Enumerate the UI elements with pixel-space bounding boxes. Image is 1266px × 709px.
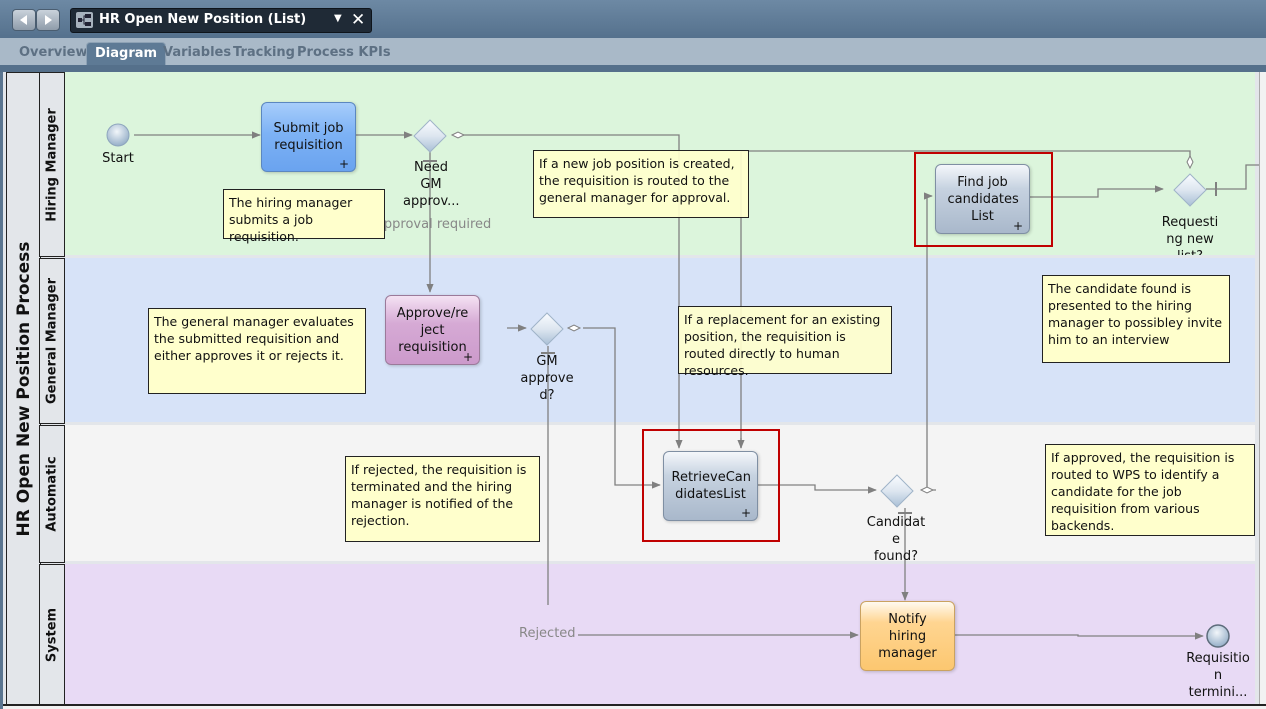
gateway-gm-approved-label: GM approve d? bbox=[520, 354, 574, 403]
editor-tab-title: HR Open New Position (List) bbox=[99, 12, 307, 27]
flow-requesting-loop bbox=[1206, 164, 1259, 190]
task-submit-job-requisition[interactable]: Submit job requisition + bbox=[261, 102, 356, 172]
start-event-label: Start bbox=[102, 151, 134, 166]
tab-overview[interactable]: Overview bbox=[19, 45, 88, 60]
right-arrow-icon bbox=[45, 15, 52, 25]
chevron-down-icon[interactable]: ▼ bbox=[334, 13, 342, 24]
gateway-requesting-new-list bbox=[1173, 173, 1207, 207]
gateway-candidate-found-label: Candidat e found? bbox=[866, 515, 926, 564]
expand-icon[interactable]: + bbox=[741, 507, 751, 519]
back-button[interactable] bbox=[12, 9, 36, 31]
task-notify-hiring-manager[interactable]: Notify hiring manager bbox=[860, 601, 955, 671]
task-approve-reject-requisition[interactable]: Approve/re ject requisition + bbox=[385, 295, 480, 365]
vertical-scrollbar[interactable] bbox=[1259, 72, 1266, 709]
flow-label-approval-required: Approval required bbox=[375, 217, 492, 232]
editor-toolbar: HR Open New Position (List) ▼ ✕ bbox=[0, 0, 1266, 39]
tab-divider bbox=[0, 65, 1266, 72]
task-label: RetrieveCan didatesList bbox=[671, 470, 751, 502]
gateway-need-gm-label: Need GM approv... bbox=[403, 160, 460, 209]
tab-process-kpis[interactable]: Process KPIs bbox=[297, 45, 391, 60]
task-find-job-candidates-list[interactable]: Find job candidates List + bbox=[935, 164, 1030, 234]
task-retrieve-candidates-list[interactable]: RetrieveCan didatesList + bbox=[663, 451, 758, 521]
note-candidate-presented[interactable]: The candidate found is presented to the … bbox=[1042, 275, 1230, 363]
end-event-label: Requisitio n termini... bbox=[1186, 651, 1250, 700]
forward-button[interactable] bbox=[36, 9, 60, 31]
gateway-gm-approved bbox=[530, 312, 564, 346]
gateway-need-gm-approval bbox=[413, 119, 447, 153]
expand-icon[interactable]: + bbox=[339, 158, 349, 170]
end-event bbox=[1206, 624, 1230, 648]
editor-tab[interactable]: HR Open New Position (List) ▼ ✕ bbox=[70, 8, 372, 33]
task-label: Approve/re ject requisition bbox=[396, 305, 469, 355]
note-rejected[interactable]: If rejected, the requisition is terminat… bbox=[345, 456, 540, 542]
task-label: Find job candidates List bbox=[947, 174, 1019, 224]
note-replacement[interactable]: If a replacement for an existing positio… bbox=[678, 306, 892, 378]
tab-diagram[interactable]: Diagram bbox=[86, 42, 167, 65]
tab-tracking[interactable]: Tracking bbox=[233, 45, 295, 60]
process-diagram-icon bbox=[76, 12, 93, 28]
task-label: Notify hiring manager bbox=[878, 611, 937, 661]
view-tabs: Overview Diagram Variables Tracking Proc… bbox=[0, 38, 1266, 65]
task-label: Submit job requisition bbox=[273, 121, 344, 153]
tab-variables[interactable]: Variables bbox=[163, 45, 231, 60]
canvas-bottom-edge bbox=[3, 704, 1266, 709]
gateway-requesting-label: Requesti ng new list? bbox=[1161, 215, 1219, 255]
expand-icon[interactable]: + bbox=[1013, 220, 1023, 232]
flow-label-rejected: Rejected bbox=[519, 626, 576, 641]
expand-icon[interactable]: + bbox=[463, 351, 473, 363]
diagram-canvas[interactable]: HR Open New Position Process Hiring Mana… bbox=[3, 72, 1266, 709]
start-event bbox=[106, 123, 130, 147]
note-new-position[interactable]: If a new job position is created, the re… bbox=[533, 150, 749, 218]
close-icon[interactable]: ✕ bbox=[351, 10, 365, 30]
left-arrow-icon bbox=[20, 15, 27, 25]
gateway-candidate-found bbox=[880, 474, 914, 508]
note-gm-evaluates[interactable]: The general manager evaluates the submit… bbox=[148, 308, 366, 394]
note-hiring-manager-submits[interactable]: The hiring manager submits a job requisi… bbox=[223, 189, 385, 244]
flow-notify-end bbox=[955, 632, 1204, 640]
note-approved-wps[interactable]: If approved, the requisition is routed t… bbox=[1045, 444, 1255, 536]
